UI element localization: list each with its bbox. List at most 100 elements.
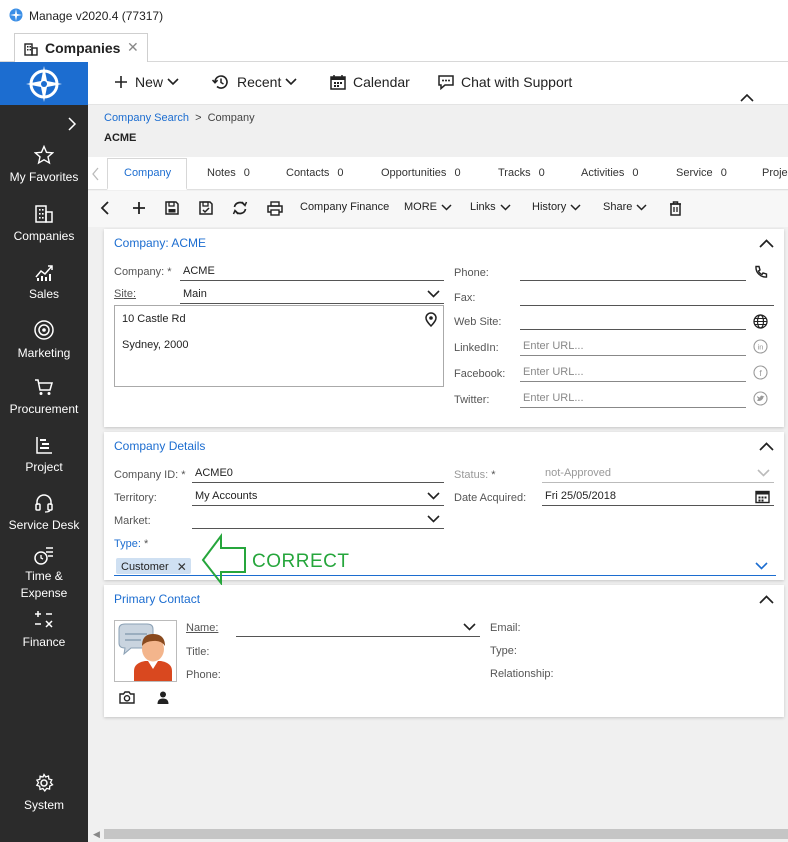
- sidebar-item-project[interactable]: Project: [0, 435, 88, 474]
- linkedin-icon[interactable]: in: [753, 339, 768, 354]
- contact-phone-label: Phone:: [186, 669, 221, 681]
- collapse-panel-icon[interactable]: [759, 442, 774, 451]
- tab-label: Tracks: [498, 167, 531, 179]
- scroll-left-icon[interactable]: ◀: [93, 829, 100, 840]
- history-dropdown[interactable]: History: [532, 201, 581, 213]
- territory-label: Territory:: [114, 492, 157, 504]
- gear-icon: [0, 773, 88, 793]
- refresh-button[interactable]: [232, 201, 248, 215]
- sidebar-item-marketing[interactable]: Marketing: [0, 319, 88, 360]
- calendar-icon[interactable]: [755, 489, 770, 504]
- map-pin-icon[interactable]: [425, 312, 437, 327]
- chevron-down-icon[interactable]: [755, 562, 768, 570]
- phone-input[interactable]: [520, 263, 746, 281]
- scrollbar-thumb[interactable]: [104, 829, 788, 839]
- tab-contacts[interactable]: Contacts 0: [286, 167, 344, 179]
- tab-service[interactable]: Service 0: [676, 167, 727, 179]
- new-button[interactable]: New: [114, 74, 179, 90]
- collapse-toolbar-icon[interactable]: [740, 94, 754, 102]
- breadcrumb-company-search[interactable]: Company Search: [104, 112, 189, 124]
- territory-select[interactable]: My Accounts: [192, 488, 444, 506]
- share-label: Share: [603, 201, 633, 213]
- more-label: MORE: [404, 201, 437, 213]
- linkedin-input[interactable]: Enter URL...: [520, 338, 746, 356]
- sidebar-item-system[interactable]: System: [0, 773, 88, 812]
- calendar-button[interactable]: Calendar: [330, 74, 410, 90]
- contact-avatar: [114, 620, 177, 682]
- app-logo[interactable]: [0, 62, 88, 105]
- tab-company[interactable]: Company: [124, 167, 171, 179]
- sidebar: My Favorites Companies Sales Marketing P…: [0, 105, 88, 842]
- save-close-button[interactable]: [199, 201, 213, 215]
- chevron-down-icon: [427, 290, 440, 298]
- facebook-input[interactable]: Enter URL...: [520, 364, 746, 382]
- tab-activities[interactable]: Activities 0: [581, 167, 639, 179]
- save-button[interactable]: [165, 201, 179, 215]
- save-icon: [165, 201, 179, 215]
- twitter-label: Twitter:: [454, 394, 490, 406]
- sidebar-item-procurement[interactable]: Procurement: [0, 377, 88, 416]
- address-box[interactable]: 10 Castle Rd Sydney, 2000: [114, 305, 444, 387]
- recent-button[interactable]: Recent: [212, 74, 297, 90]
- sidebar-item-sales[interactable]: Sales: [0, 262, 88, 301]
- svg-text:f: f: [759, 368, 762, 378]
- website-input[interactable]: [520, 312, 746, 330]
- phone-icon[interactable]: [754, 265, 768, 279]
- more-dropdown[interactable]: MORE: [404, 201, 452, 213]
- sidebar-item-label: Companies: [13, 229, 75, 243]
- cart-icon: [0, 377, 88, 397]
- contact-title-label: Title:: [186, 646, 210, 658]
- tab-tracks[interactable]: Tracks 0: [498, 167, 545, 179]
- type-chip-customer[interactable]: Customer ✕: [116, 558, 191, 574]
- site-select[interactable]: Main: [180, 286, 444, 304]
- chat-icon: [438, 75, 454, 90]
- remove-chip-icon[interactable]: ✕: [177, 560, 187, 574]
- contact-placeholder-avatar-icon: [118, 623, 172, 681]
- tab-companies[interactable]: Companies ✕: [14, 33, 148, 62]
- share-dropdown[interactable]: Share: [603, 201, 647, 213]
- market-select[interactable]: [192, 511, 444, 529]
- horizontal-scrollbar[interactable]: ◀: [88, 826, 788, 842]
- company-name-input[interactable]: ACME: [180, 263, 444, 281]
- company-finance-button[interactable]: Company Finance: [300, 201, 389, 213]
- tab-opportunities[interactable]: Opportunities 0: [381, 167, 461, 179]
- fax-input[interactable]: [520, 288, 774, 306]
- twitter-input[interactable]: Enter URL...: [520, 390, 746, 408]
- sidebar-item-favorites[interactable]: My Favorites: [0, 145, 88, 184]
- save-close-icon: [199, 201, 213, 215]
- tab-label: Notes: [207, 167, 236, 179]
- back-button[interactable]: [100, 201, 110, 215]
- facebook-icon[interactable]: f: [753, 365, 768, 380]
- links-dropdown[interactable]: Links: [470, 201, 511, 213]
- sidebar-item-time-expense[interactable]: Time & Expense: [0, 546, 88, 600]
- person-icon[interactable]: [157, 691, 169, 704]
- tab-label: Companies: [45, 40, 121, 56]
- delete-button[interactable]: [669, 201, 682, 216]
- sidebar-item-service-desk[interactable]: Service Desk: [0, 493, 88, 532]
- date-acquired-input[interactable]: Fri 25/05/2018: [542, 488, 774, 506]
- chevron-down-icon: [427, 515, 440, 523]
- tab-projects[interactable]: Proje: [762, 167, 788, 179]
- expand-sidebar-icon[interactable]: [66, 117, 78, 131]
- sidebar-item-companies[interactable]: Companies: [0, 204, 88, 243]
- close-tab-icon[interactable]: ✕: [127, 39, 139, 56]
- twitter-icon[interactable]: [753, 391, 768, 406]
- annotation-arrow-icon: [201, 533, 246, 585]
- collapse-panel-icon[interactable]: [759, 239, 774, 248]
- contact-name-label[interactable]: Name:: [186, 622, 218, 634]
- globe-icon[interactable]: [753, 314, 768, 329]
- contact-name-select[interactable]: [236, 619, 480, 637]
- website-label: Web Site:: [454, 316, 502, 328]
- sidebar-item-finance[interactable]: Finance: [0, 610, 88, 649]
- print-button[interactable]: [267, 201, 283, 216]
- camera-icon[interactable]: [119, 691, 135, 704]
- add-button[interactable]: [132, 201, 146, 215]
- site-label[interactable]: Site:: [114, 288, 136, 300]
- tabs-scroll-left-icon[interactable]: [92, 167, 100, 181]
- company-id-input[interactable]: ACME0: [192, 465, 444, 483]
- tab-notes[interactable]: Notes 0: [207, 167, 250, 179]
- chat-support-button[interactable]: Chat with Support: [438, 74, 572, 90]
- market-label: Market:: [114, 515, 151, 527]
- collapse-panel-icon[interactable]: [759, 595, 774, 604]
- tab-label: Service: [676, 167, 713, 179]
